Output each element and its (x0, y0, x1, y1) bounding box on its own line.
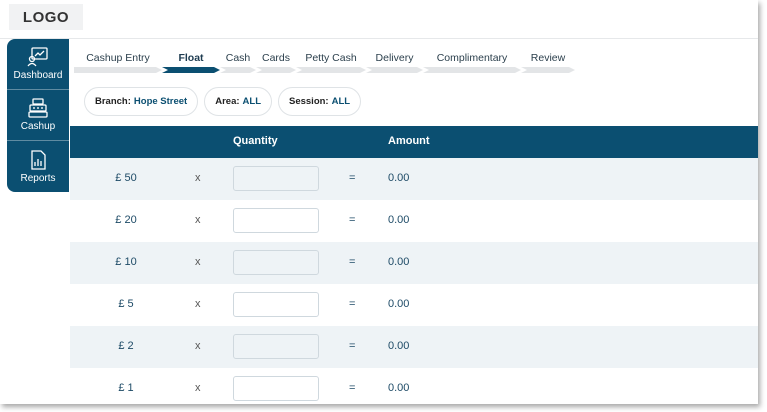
quantity-input[interactable] (233, 376, 319, 401)
step-bar (74, 67, 162, 73)
table-row: £ 2 x = 0.00 (70, 326, 758, 368)
sidebar-item-reports[interactable]: Reports (7, 141, 69, 192)
sidebar: Dashboard Cashup Reports (7, 39, 69, 192)
quantity-header: Quantity (233, 135, 278, 147)
equals-sign: = (349, 382, 356, 394)
step-cards[interactable]: Cards (256, 50, 296, 74)
area-filter[interactable]: Area: ALL (204, 87, 272, 116)
equals-sign: = (349, 172, 356, 184)
denomination: £ 5 (118, 298, 134, 310)
denomination: £ 50 (115, 172, 137, 184)
amount-value: 0.00 (388, 172, 410, 184)
denomination: £ 20 (115, 214, 137, 226)
quantity-input[interactable] (233, 250, 319, 275)
table-row: £ 5 x = 0.00 (70, 284, 758, 326)
step-complimentary[interactable]: Complimentary (423, 50, 521, 74)
step-delivery[interactable]: Delivery (366, 50, 423, 74)
multiply-sign: x (195, 214, 201, 226)
sidebar-item-label: Dashboard (13, 70, 63, 81)
table-row: £ 1 x = 0.00 (70, 368, 758, 404)
area-filter-value: ALL (242, 96, 261, 107)
equals-sign: = (349, 298, 356, 310)
amount-value: 0.00 (388, 298, 410, 310)
quantity-input[interactable] (233, 334, 319, 359)
denomination: £ 2 (118, 340, 134, 352)
quantity-input[interactable] (233, 292, 319, 317)
amount-value: 0.00 (388, 256, 410, 268)
step-label: Float (178, 52, 204, 64)
amount-value: 0.00 (388, 382, 410, 394)
filter-bar: Branch: Hope Street Area: ALL Session: A… (84, 87, 362, 116)
report-icon (31, 149, 46, 170)
multiply-sign: x (195, 172, 201, 184)
sidebar-item-label: Reports (20, 172, 56, 184)
cash-register-icon (28, 98, 48, 118)
multiply-sign: x (195, 256, 201, 268)
multiply-sign: x (195, 298, 201, 310)
amount-header: Amount (388, 135, 430, 147)
step-bar (423, 67, 521, 73)
denomination: £ 1 (118, 382, 134, 394)
step-label: Cards (261, 52, 290, 64)
dashboard-icon (27, 47, 48, 67)
step-label: Cash (225, 52, 251, 64)
sidebar-item-cashup[interactable]: Cashup (7, 90, 69, 141)
quantity-input[interactable] (233, 208, 319, 233)
quantity-input[interactable] (233, 166, 319, 191)
step-label: Complimentary (436, 52, 508, 64)
multiply-sign: x (195, 340, 201, 352)
step-label: Cashup Entry (86, 52, 150, 64)
app-window: LOGO Dashboard Cashup Reports Cashup Ent… (0, 0, 758, 404)
amount-value: 0.00 (388, 340, 410, 352)
table-header: Quantity Amount (70, 126, 758, 158)
branch-filter-value: Hope Street (133, 96, 188, 107)
session-filter[interactable]: Session: ALL (278, 87, 362, 116)
table-row: £ 50 x = 0.00 (70, 158, 758, 200)
branch-filter[interactable]: Branch: Hope Street (84, 87, 199, 116)
table-row: £ 10 x = 0.00 (70, 242, 758, 284)
step-bar (366, 67, 423, 73)
step-bar (220, 67, 256, 73)
step-cashup-entry[interactable]: Cashup Entry (74, 50, 162, 74)
equals-sign: = (349, 214, 356, 226)
step-bar-active (162, 67, 220, 73)
step-label: Petty Cash (305, 52, 357, 64)
step-review[interactable]: Review (521, 50, 575, 74)
step-petty-cash[interactable]: Petty Cash (296, 50, 366, 74)
step-bar (521, 67, 575, 73)
amount-value: 0.00 (388, 214, 410, 226)
logo: LOGO (9, 4, 83, 30)
float-table: Quantity Amount £ 50 x = 0.00 £ 20 x = 0… (70, 126, 758, 404)
denomination: £ 10 (115, 256, 137, 268)
step-bar (256, 67, 296, 73)
table-row: £ 20 x = 0.00 (70, 200, 758, 242)
equals-sign: = (349, 256, 356, 268)
header-divider (0, 38, 758, 39)
step-label: Review (530, 52, 566, 64)
session-filter-value: ALL (331, 96, 351, 107)
step-label: Delivery (375, 52, 414, 64)
area-filter-label: Area: (215, 96, 240, 107)
equals-sign: = (349, 340, 356, 352)
sidebar-item-dashboard[interactable]: Dashboard (7, 39, 69, 90)
step-bar (296, 67, 366, 73)
sidebar-item-label: Cashup (20, 121, 56, 132)
multiply-sign: x (195, 382, 201, 394)
branch-filter-label: Branch: (95, 96, 131, 107)
step-float[interactable]: Float (162, 50, 220, 74)
session-filter-label: Session: (289, 96, 329, 107)
step-cash[interactable]: Cash (220, 50, 256, 74)
